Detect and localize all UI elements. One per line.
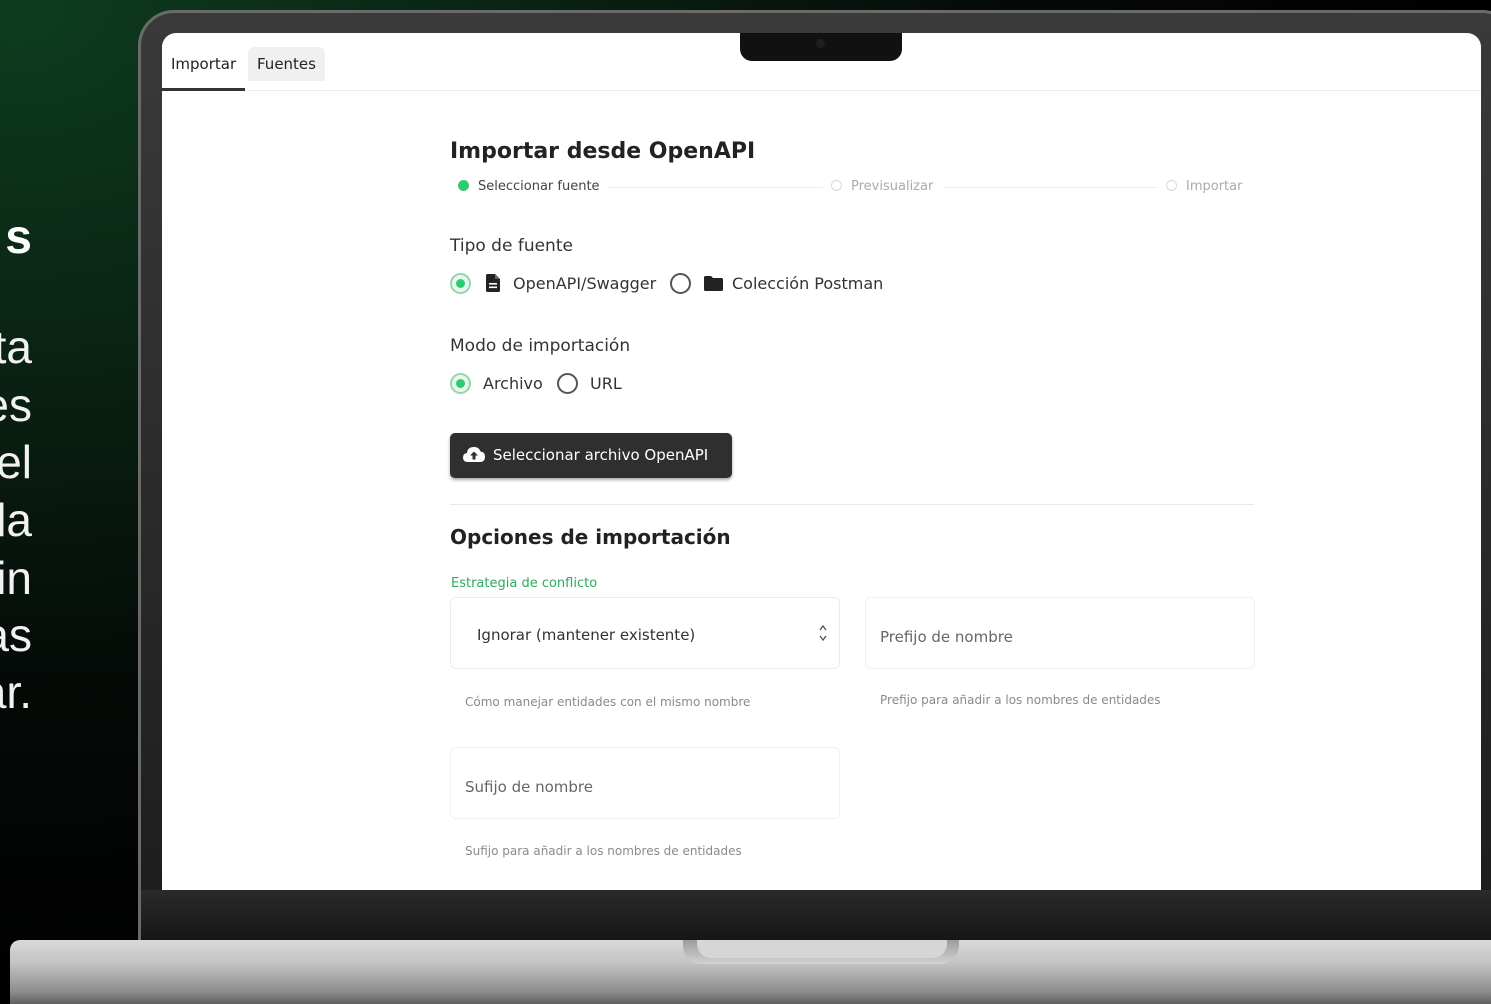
option-archivo-label: Archivo bbox=[483, 374, 543, 393]
name-suffix-field[interactable] bbox=[450, 747, 840, 819]
file-icon bbox=[486, 274, 500, 292]
cloud-upload-icon bbox=[463, 447, 485, 462]
folder-icon bbox=[704, 276, 723, 291]
marketing-line: ar. bbox=[0, 666, 32, 718]
marketing-line: el bbox=[0, 436, 32, 488]
tab-importar[interactable]: Importar bbox=[162, 47, 246, 91]
name-prefix-input[interactable] bbox=[880, 628, 1240, 646]
marketing-heading: s bbox=[5, 211, 32, 264]
select-arrows-icon bbox=[819, 624, 827, 642]
step-connector bbox=[608, 187, 823, 188]
step-active-dot bbox=[458, 180, 469, 191]
app-screen: Importar Fuentes Importar desde OpenAPI … bbox=[162, 33, 1481, 890]
select-file-button-label: Seleccionar archivo OpenAPI bbox=[493, 446, 709, 464]
page-title: Importar desde OpenAPI bbox=[450, 139, 756, 164]
step-label: Previsualizar bbox=[851, 179, 934, 194]
step-label: Seleccionar fuente bbox=[478, 179, 600, 194]
conflict-strategy-helper: Cómo manejar entidades con el mismo nomb… bbox=[465, 695, 751, 709]
marketing-line: ta bbox=[0, 321, 32, 373]
section-divider bbox=[450, 504, 1254, 505]
radio-archivo[interactable] bbox=[450, 373, 471, 394]
option-postman-label: Colección Postman bbox=[732, 274, 884, 293]
step-select-source: Seleccionar fuente bbox=[458, 179, 600, 194]
tab-fuentes[interactable]: Fuentes bbox=[248, 47, 325, 81]
source-type-label: Tipo de fuente bbox=[450, 236, 573, 256]
conflict-strategy-value: Ignorar (mantener existente) bbox=[477, 626, 696, 644]
select-file-button[interactable]: Seleccionar archivo OpenAPI bbox=[450, 433, 732, 478]
camera-icon bbox=[816, 39, 825, 48]
marketing-text: s ta es el la in as ar. bbox=[0, 0, 40, 760]
laptop-hinge-inner bbox=[697, 940, 947, 958]
screen-bottom-bezel bbox=[141, 890, 1491, 942]
step-pending-dot bbox=[1166, 180, 1177, 191]
radio-postman[interactable] bbox=[670, 273, 691, 294]
step-label: Importar bbox=[1186, 179, 1243, 194]
conflict-strategy-label: Estrategia de conflicto bbox=[451, 576, 598, 591]
import-mode-label: Modo de importación bbox=[450, 336, 631, 356]
conflict-strategy-select[interactable]: Ignorar (mantener existente) bbox=[450, 597, 840, 669]
options-section-title: Opciones de importación bbox=[450, 525, 731, 549]
marketing-line: la bbox=[0, 494, 32, 546]
radio-openapi[interactable] bbox=[450, 273, 471, 294]
camera-notch bbox=[740, 33, 902, 61]
marketing-line: in bbox=[0, 552, 32, 604]
step-connector bbox=[943, 187, 1158, 188]
name-prefix-helper: Prefijo para añadir a los nombres de ent… bbox=[880, 693, 1161, 707]
option-openapi-label: OpenAPI/Swagger bbox=[513, 274, 657, 293]
name-suffix-input[interactable] bbox=[465, 778, 825, 796]
step-pending-dot bbox=[831, 180, 842, 191]
marketing-line: as bbox=[0, 609, 32, 661]
name-suffix-helper: Sufijo para añadir a los nombres de enti… bbox=[465, 844, 742, 858]
name-prefix-field[interactable] bbox=[865, 597, 1255, 669]
step-preview: Previsualizar bbox=[831, 179, 933, 194]
option-url-label: URL bbox=[590, 374, 622, 393]
step-import: Importar bbox=[1166, 179, 1242, 194]
radio-url[interactable] bbox=[557, 373, 578, 394]
marketing-line: es bbox=[0, 379, 32, 431]
import-stepper: Seleccionar fuente Previsualizar Importa… bbox=[458, 179, 1248, 195]
